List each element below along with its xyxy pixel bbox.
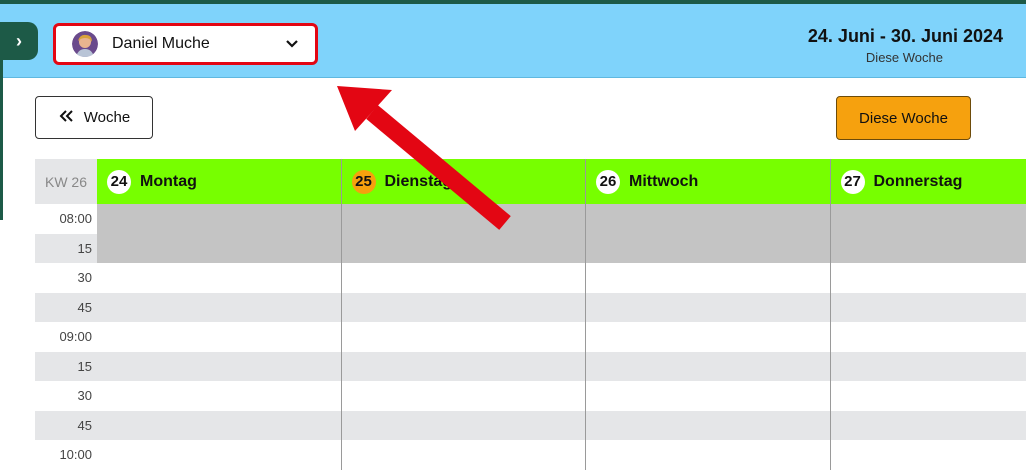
time-label: 15 (77, 358, 92, 374)
time-slot[interactable] (586, 263, 831, 293)
time-gutter: 10:00 (35, 440, 97, 470)
time-gutter: 08:00 (35, 204, 97, 234)
header-bar: Daniel Muche 24. Juni - 30. Juni 2024 Di… (0, 4, 1026, 78)
time-slot[interactable] (97, 410, 342, 440)
time-slot[interactable] (830, 204, 1026, 234)
calendar-week-label: KW 26 (35, 159, 97, 204)
time-slot[interactable] (586, 233, 831, 263)
time-gutter: 30 (35, 381, 97, 411)
time-slot[interactable] (341, 351, 586, 381)
day-number-badge: 24 (107, 169, 131, 194)
day-number-badge: 27 (840, 169, 865, 194)
time-row: 30 (35, 263, 1026, 293)
time-slot[interactable] (830, 381, 1026, 411)
time-slot[interactable] (830, 233, 1026, 263)
day-header-dienstag[interactable]: 25 Dienstag (341, 159, 586, 204)
time-label: 30 (77, 270, 92, 285)
time-slot[interactable] (830, 351, 1026, 381)
previous-week-label: Woche (83, 109, 131, 126)
time-slot[interactable] (97, 381, 342, 411)
time-slot[interactable] (97, 263, 342, 293)
time-slot[interactable] (830, 410, 1026, 440)
chevron-right-icon: › (16, 30, 22, 51)
time-label: 45 (77, 299, 92, 315)
calendar-grid: KW 26 24 Montag 25 Dienstag 26 Mittwoch 27 Donn… (35, 159, 1026, 474)
time-gutter: 45 (35, 292, 97, 322)
time-slot[interactable] (830, 322, 1026, 352)
time-label: 10:00 (59, 447, 92, 462)
time-slot[interactable] (97, 233, 342, 263)
time-slot[interactable] (830, 292, 1026, 322)
date-subtitle: Diese Woche (865, 50, 943, 65)
time-row: 09:00 (35, 322, 1026, 352)
day-number-badge: 25 (351, 169, 376, 194)
time-label: 09:00 (59, 329, 92, 344)
time-row: 10:00 (35, 440, 1026, 470)
user-select-dropdown[interactable]: Daniel Muche (53, 23, 318, 65)
time-slot[interactable] (586, 381, 831, 411)
time-row: 30 (35, 381, 1026, 411)
double-chevron-left-icon (58, 109, 74, 127)
time-slot[interactable] (341, 233, 586, 263)
time-label: 30 (77, 388, 92, 403)
time-row: 45 (35, 292, 1026, 322)
time-slot[interactable] (97, 440, 342, 470)
avatar (72, 31, 98, 57)
time-gutter: 15 (35, 233, 97, 263)
this-week-button[interactable]: Diese Woche (836, 96, 971, 140)
time-slot[interactable] (97, 322, 342, 352)
time-gutter: 09:00 (35, 322, 97, 352)
time-slot[interactable] (586, 292, 831, 322)
day-name: Donnerstag (873, 172, 963, 190)
time-slot[interactable] (586, 322, 831, 352)
user-name: Daniel Muche (112, 35, 210, 52)
time-slot[interactable] (341, 292, 586, 322)
day-name: Mittwoch (629, 172, 699, 190)
sidebar-toggle-button[interactable]: › (0, 22, 38, 60)
time-slot[interactable] (830, 263, 1026, 293)
time-label: 08:00 (59, 211, 92, 226)
time-gutter: 15 (35, 351, 97, 381)
time-gutter: 30 (35, 263, 97, 293)
time-slot[interactable] (97, 204, 342, 234)
time-slot[interactable] (586, 351, 831, 381)
sidebar-edge (0, 60, 3, 220)
time-row: 15 (35, 351, 1026, 381)
time-label: 45 (77, 417, 92, 433)
day-header-montag[interactable]: 24 Montag (97, 159, 342, 204)
time-slot[interactable] (586, 204, 831, 234)
date-range: 24. Juni - 30. Juni 2024 (807, 26, 1003, 46)
day-header-mittwoch[interactable]: 26 Mittwoch (586, 159, 831, 204)
time-slot[interactable] (341, 410, 586, 440)
time-slot[interactable] (830, 440, 1026, 470)
time-slot[interactable] (341, 381, 586, 411)
previous-week-button[interactable]: Woche (35, 96, 153, 139)
this-week-label: Diese Woche (859, 109, 948, 127)
time-gutter: 45 (35, 410, 97, 440)
chevron-down-icon[interactable] (279, 31, 305, 57)
time-label: 15 (77, 240, 92, 256)
time-slot[interactable] (341, 263, 586, 293)
time-slot[interactable] (97, 292, 342, 322)
time-slot[interactable] (586, 410, 831, 440)
time-slot[interactable] (97, 351, 342, 381)
time-row: 45 (35, 410, 1026, 440)
time-row: 08:00 (35, 204, 1026, 234)
day-header-donnerstag[interactable]: 27 Donnerstag (830, 159, 1026, 204)
time-slot[interactable] (341, 204, 586, 234)
time-slot[interactable] (341, 322, 586, 352)
time-row: 15 (35, 233, 1026, 263)
day-number-badge: 26 (596, 169, 620, 194)
time-slot[interactable] (341, 440, 586, 470)
day-name: Montag (140, 172, 197, 190)
time-slot[interactable] (586, 440, 831, 470)
day-name: Dienstag (384, 172, 453, 190)
